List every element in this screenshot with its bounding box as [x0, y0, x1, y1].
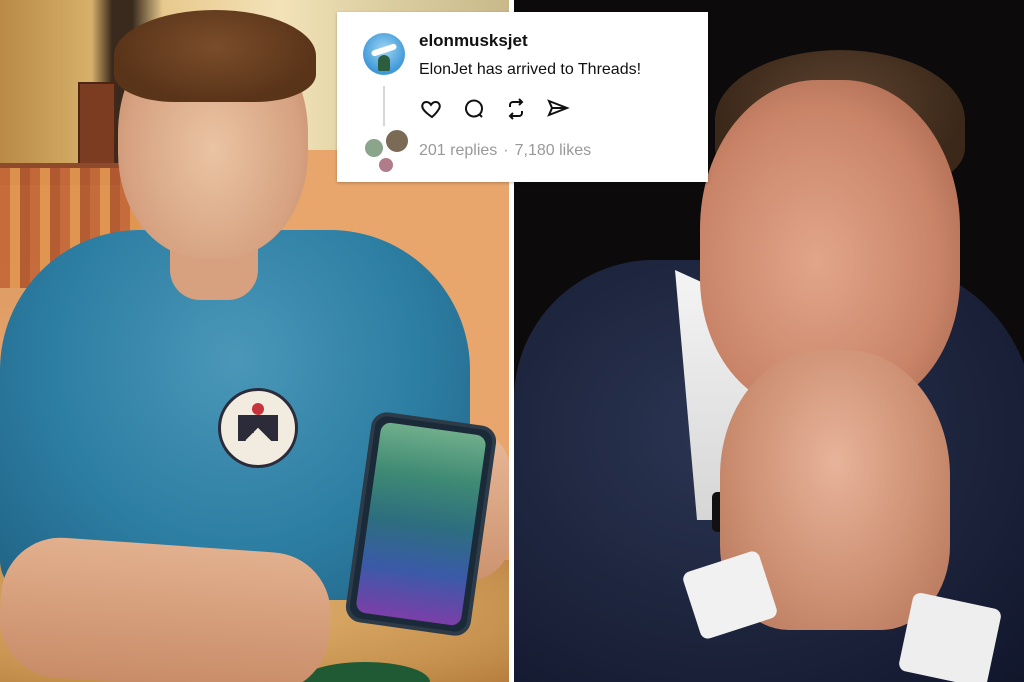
replier-avatar	[384, 128, 410, 154]
post-stats: 201 replies · 7,180 likes	[419, 142, 591, 160]
replier-avatar	[377, 156, 395, 174]
heart-icon	[421, 100, 441, 119]
person-icon	[378, 55, 390, 71]
likes-count[interactable]: 7,180 likes	[515, 142, 592, 159]
send-icon	[547, 99, 570, 117]
mountain-logo-icon	[238, 415, 278, 441]
thread-line	[383, 86, 385, 126]
background-door	[78, 82, 116, 166]
replies-count[interactable]: 201 replies	[419, 142, 497, 159]
stats-separator: ·	[503, 142, 509, 159]
threads-post-card: elonmusksjet ElonJet has arrived to Thre…	[337, 12, 708, 182]
phone-screen	[355, 421, 487, 627]
comment-icon	[465, 99, 484, 118]
logo-dot	[252, 403, 264, 415]
shirt-logo-patch	[218, 388, 298, 468]
hair	[114, 10, 316, 102]
repost-icon	[508, 98, 524, 120]
left-arm	[0, 533, 335, 682]
composite-image: elonmusksjet ElonJet has arrived to Thre…	[0, 0, 1024, 682]
profile-avatar[interactable]	[363, 33, 405, 75]
repost-button[interactable]	[503, 96, 529, 122]
reply-button[interactable]	[461, 96, 487, 122]
like-button[interactable]	[419, 96, 445, 122]
post-text: ElonJet has arrived to Threads!	[419, 61, 642, 78]
share-button[interactable]	[545, 96, 571, 122]
post-username[interactable]: elonmusksjet	[419, 31, 528, 51]
